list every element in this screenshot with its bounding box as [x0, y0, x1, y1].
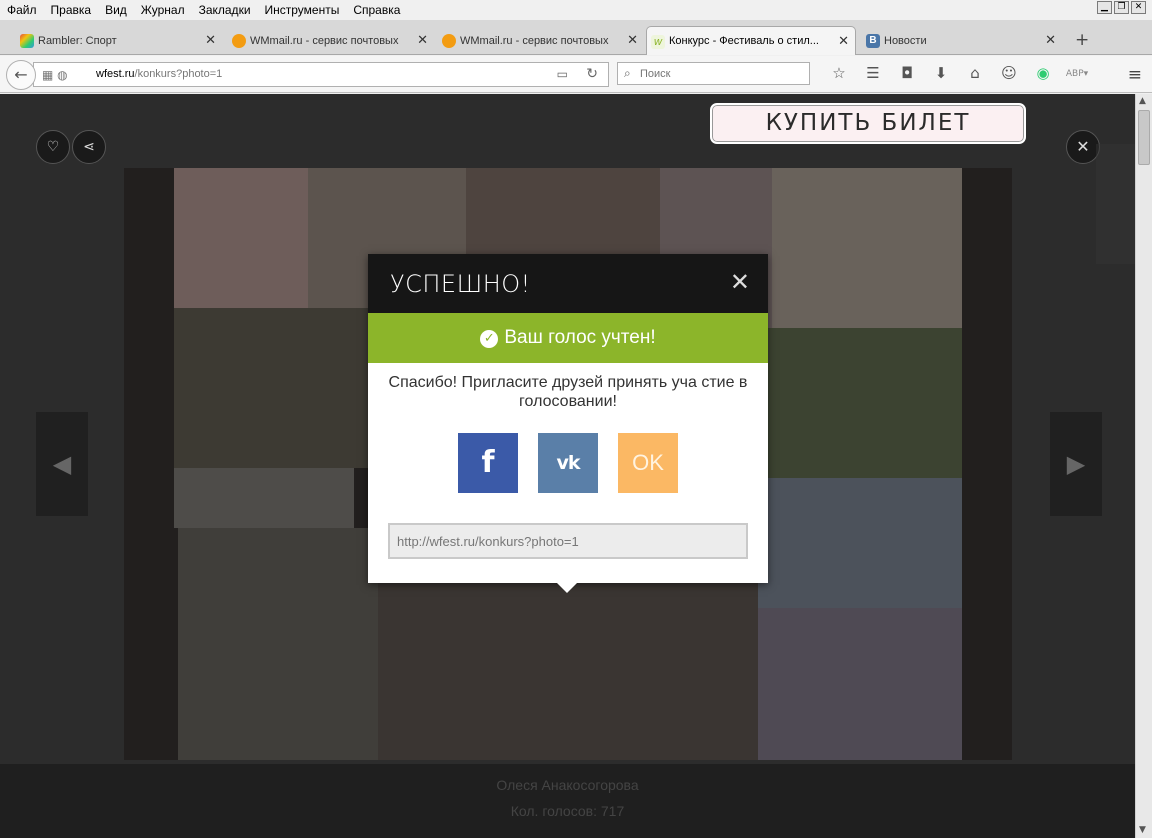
vote-count: Кол. голосов: 717	[510, 803, 625, 819]
facebook-share-button[interactable]: f	[458, 433, 518, 493]
tab-label: WMmail.ru - сервис почтовых ...	[250, 34, 400, 47]
restore-icon[interactable]: ❐	[1114, 1, 1129, 14]
tab-konkurs[interactable]: w Конкурс - Фестиваль о стил... ✕	[646, 26, 856, 55]
new-tab-icon[interactable]: +	[1075, 30, 1089, 50]
page-scrollbar[interactable]: ▲ ▼	[1135, 94, 1152, 838]
menu-bookmarks[interactable]: Закладки	[192, 3, 258, 17]
success-text: Ваш голос учтен!	[504, 327, 656, 348]
tab-label: WMmail.ru - сервис почтовых ...	[460, 34, 610, 47]
url-text[interactable]: wfest.ru/konkurs?photo=1	[96, 68, 222, 80]
adblock-icon[interactable]: ABP▾	[1060, 64, 1094, 84]
search-box[interactable]: ⌕	[617, 62, 810, 85]
url-host: wfest.ru	[96, 68, 135, 80]
like-icon[interactable]: ♡	[36, 130, 70, 164]
tab-rambler[interactable]: Rambler: Спорт ✕	[16, 26, 222, 55]
menu-view[interactable]: Вид	[98, 3, 134, 17]
nav-bar: ▦ ◍ wfest.ru/konkurs?photo=1 ▭ ↻ ← ⌕ ☆ ☰…	[0, 56, 1152, 93]
modal-title: УСПЕШНО!	[390, 270, 531, 298]
wmmail-icon	[232, 34, 246, 48]
menu-tools[interactable]: Инструменты	[258, 3, 347, 17]
modal-header: УСПЕШНО! ✕	[368, 254, 768, 313]
facebook-icon: f	[481, 445, 495, 480]
tab-close-icon[interactable]: ✕	[205, 33, 216, 48]
close-icon[interactable]: ✕	[1131, 1, 1146, 14]
back-button[interactable]: ←	[6, 60, 36, 90]
tab-label: Новости	[884, 34, 927, 47]
bookmarks-list-icon[interactable]: ☰	[856, 64, 890, 84]
vote-success-modal: УСПЕШНО! ✕ ✓ Ваш голос учтен! Спасибо! Пр…	[368, 254, 768, 593]
close-gallery-icon[interactable]: ✕	[1066, 130, 1100, 164]
reload-icon[interactable]: ↻	[586, 66, 598, 82]
tab-close-icon[interactable]: ✕	[627, 33, 638, 48]
vk-icon: B	[866, 34, 880, 48]
home-icon[interactable]: ⌂	[958, 64, 992, 84]
window-controls: ▁ ❐ ✕	[1097, 1, 1146, 14]
vk-share-button[interactable]: vk	[538, 433, 598, 493]
chat-icon[interactable]: ☺	[992, 64, 1026, 84]
photo-footer: Олеся Анакосогорова Кол. голосов: 717	[0, 764, 1135, 838]
success-banner: ✓ Ваш голос учтен!	[368, 313, 768, 363]
author-name: Олеся Анакосогорова	[496, 777, 639, 793]
menu-icon[interactable]: ≡	[1128, 65, 1142, 85]
scroll-down-icon[interactable]: ▼	[1139, 825, 1150, 836]
tab-label: Rambler: Спорт	[38, 34, 117, 47]
check-icon: ✓	[480, 330, 499, 348]
tab-wmmail-2[interactable]: WMmail.ru - сервис почтовых ... ✕	[438, 26, 644, 55]
share-link-input[interactable]	[390, 525, 746, 557]
menu-edit[interactable]: Правка	[44, 3, 99, 17]
ok-label: OK	[632, 450, 664, 475]
reader-view-icon[interactable]: ▭	[557, 67, 568, 81]
menu-bar: Файл Правка Вид Журнал Закладки Инструме…	[0, 0, 1152, 20]
side-share-panel	[1096, 144, 1135, 264]
next-arrow-icon[interactable]: ▶	[1050, 412, 1102, 516]
invite-text: Спасибо! Пригласите друзей принять уча с…	[388, 374, 748, 410]
buy-ticket-button[interactable]: КУПИТЬ БИЛЕТ	[710, 103, 1026, 144]
site-info-icon[interactable]: ▦ ◍	[42, 68, 68, 82]
minimize-icon[interactable]: ▁	[1097, 1, 1112, 14]
download-icon[interactable]: ⬇	[924, 64, 958, 84]
share-icon[interactable]: ⋖	[72, 130, 106, 164]
modal-pointer	[557, 583, 577, 593]
modal-close-icon[interactable]: ✕	[730, 268, 750, 296]
menu-history[interactable]: Журнал	[134, 3, 192, 17]
green-extension-icon[interactable]: ◉	[1026, 64, 1060, 84]
scroll-thumb[interactable]	[1138, 110, 1150, 165]
search-input[interactable]	[640, 66, 800, 82]
wfest-icon: w	[651, 35, 665, 49]
rambler-icon	[20, 34, 34, 48]
tab-close-icon[interactable]: ✕	[417, 33, 428, 48]
pocket-icon[interactable]: ◘	[890, 64, 924, 84]
toolbar-icons: ☆ ☰ ◘ ⬇ ⌂ ☺ ◉ ABP▾	[822, 64, 1094, 84]
search-icon: ⌕	[624, 66, 631, 80]
tab-wmmail-1[interactable]: WMmail.ru - сервис почтовых ... ✕	[228, 26, 434, 55]
bookmark-star-icon[interactable]: ☆	[822, 64, 856, 84]
tab-close-icon[interactable]: ✕	[838, 34, 849, 49]
scroll-up-icon[interactable]: ▲	[1139, 96, 1150, 107]
wmmail-icon	[442, 34, 456, 48]
menu-file[interactable]: Файл	[0, 3, 44, 17]
tab-close-icon[interactable]: ✕	[1045, 33, 1056, 48]
share-link-box[interactable]	[388, 523, 748, 559]
prev-arrow-icon[interactable]: ◀	[36, 412, 88, 516]
tab-vk-news[interactable]: B Новости ✕	[862, 26, 1062, 55]
url-bar[interactable]: ▦ ◍ wfest.ru/konkurs?photo=1 ▭ ↻	[33, 62, 609, 87]
menu-help[interactable]: Справка	[346, 3, 407, 17]
vk-icon: vk	[556, 452, 580, 474]
tab-label: Конкурс - Фестиваль о стил...	[669, 35, 819, 47]
url-path: /konkurs?photo=1	[134, 68, 223, 80]
ok-share-button[interactable]: OK	[618, 433, 678, 493]
tab-bar: Rambler: Спорт ✕ WMmail.ru - сервис почт…	[0, 20, 1152, 55]
